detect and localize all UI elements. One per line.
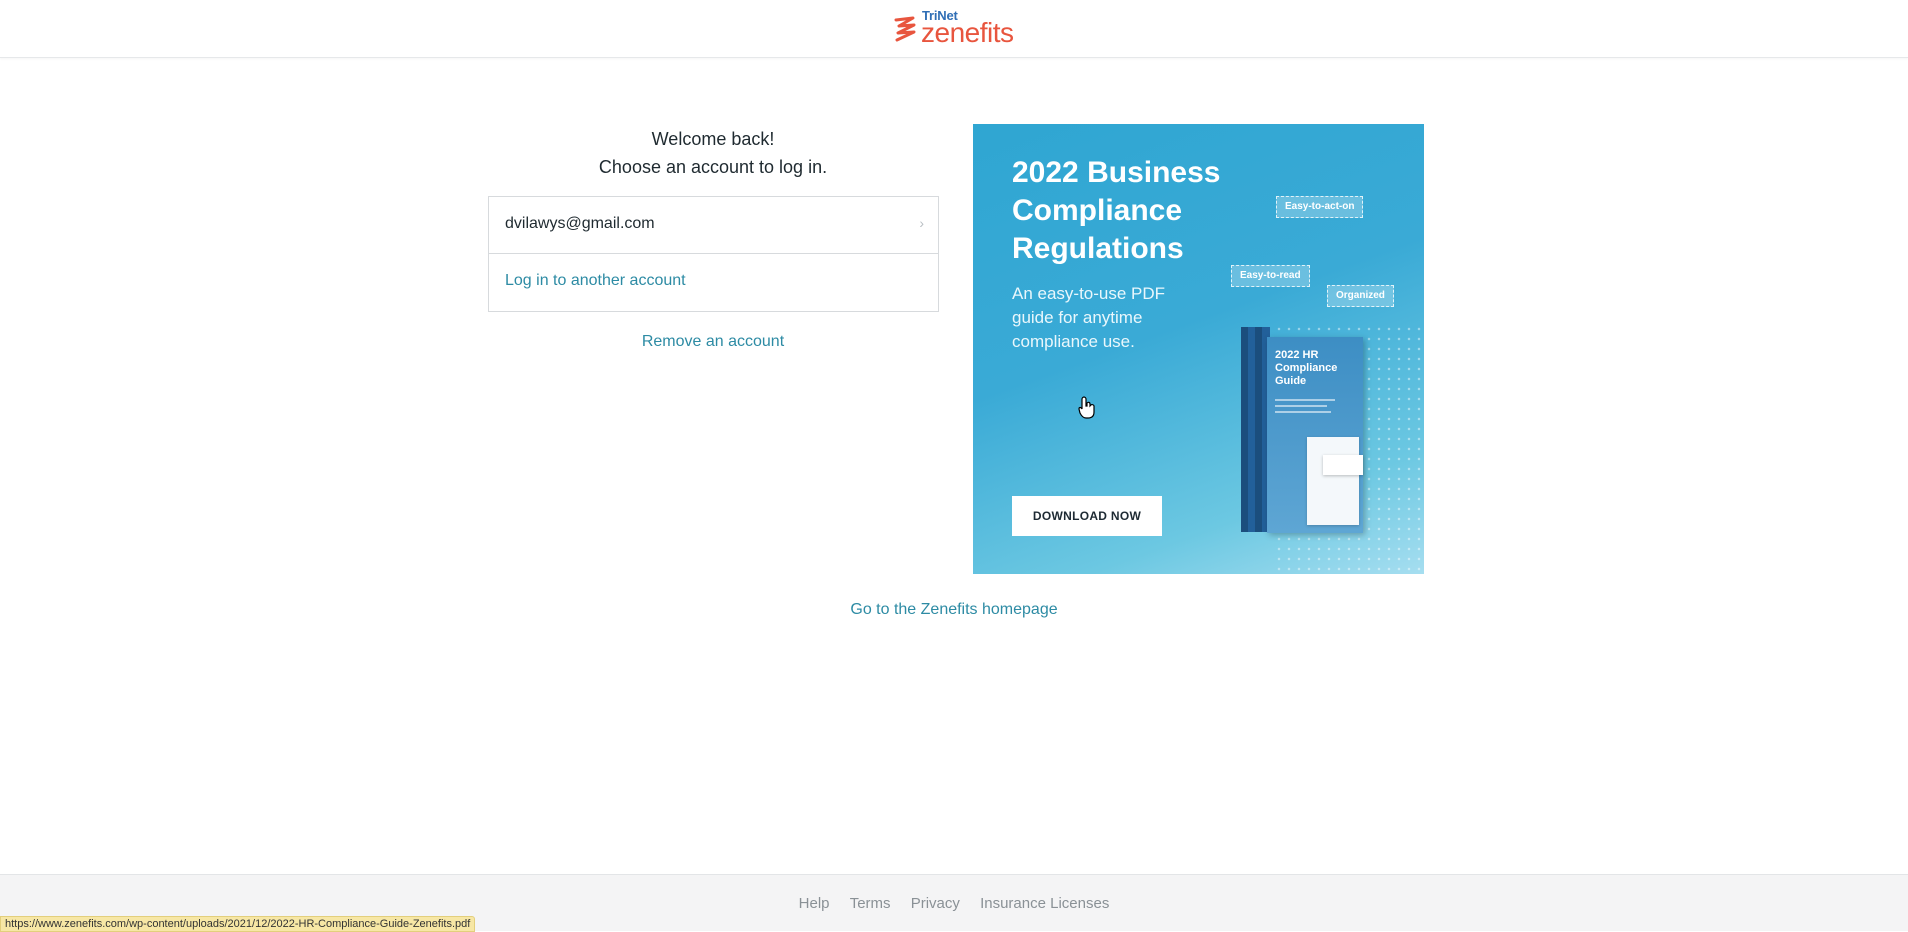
remove-account-link[interactable]: Remove an account	[488, 333, 938, 351]
welcome-line: Welcome back!	[651, 129, 775, 149]
zenefits-homepage-link: Go to the Zenefits homepage	[0, 601, 1908, 619]
footer-privacy-link[interactable]: Privacy	[911, 895, 960, 912]
choose-account-line: Choose an account to log in.	[598, 157, 828, 177]
download-now-button[interactable]: DOWNLOAD NOW	[1012, 496, 1162, 536]
account-item[interactable]: dvilawys@gmail.com ›	[489, 197, 938, 254]
compliance-guide-ad[interactable]: 2022 Business Compliance Regulations An …	[973, 124, 1424, 574]
ad-tag-easy-to-act-on: Easy-to-act-on	[1276, 196, 1364, 218]
another-account-link[interactable]: Log in to another account	[505, 272, 686, 290]
welcome-heading: Welcome back! Choose an account to log i…	[488, 125, 938, 181]
another-account-item[interactable]: Log in to another account	[489, 254, 938, 311]
trinet-zenefits-logo[interactable]: TriNet zenefits	[893, 8, 1033, 48]
ad-tag-easy-to-read: Easy-to-read	[1231, 265, 1310, 287]
zenefits-logo-icon	[894, 16, 916, 42]
footer-links: Help Terms Privacy Insurance Licenses	[0, 895, 1908, 912]
ad-subtitle: An easy-to-use PDF guide for anytime com…	[1012, 284, 1166, 351]
footer-help-link[interactable]: Help	[799, 895, 830, 912]
ad-tag-organized: Organized	[1327, 285, 1394, 307]
top-header: TriNet zenefits	[0, 0, 1908, 58]
homepage-link-text[interactable]: Go to the Zenefits homepage	[850, 601, 1057, 618]
account-email: dvilawys@gmail.com	[505, 215, 655, 232]
ad-title: 2022 Business Compliance Regulations	[1012, 156, 1221, 265]
footer-insurance-licenses-link[interactable]: Insurance Licenses	[980, 895, 1109, 912]
footer-terms-link[interactable]: Terms	[850, 895, 891, 912]
hand-cursor-icon	[1078, 396, 1096, 425]
account-list: dvilawys@gmail.com › Log in to another a…	[488, 196, 939, 312]
guide-book-image: 2022 HR Compliance Guide	[1241, 327, 1363, 537]
book-title: 2022 HR Compliance Guide	[1275, 349, 1338, 387]
zenefits-wordmark: zenefits	[921, 17, 1014, 48]
chevron-right-icon: ›	[919, 215, 924, 231]
